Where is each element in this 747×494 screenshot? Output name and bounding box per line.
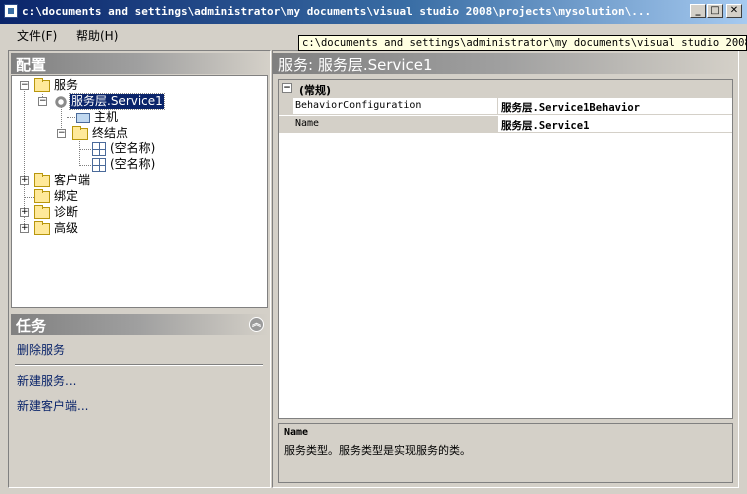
tree-node-endpoints[interactable]: 终结点	[72, 126, 128, 142]
tasks-header: 任务 ︽	[11, 314, 268, 335]
description-title: Name	[284, 427, 309, 438]
property-category[interactable]: − (常规)	[279, 80, 732, 98]
host-icon	[76, 113, 90, 123]
expand-diagnostics-icon[interactable]: +	[20, 208, 29, 217]
tree-node-diagnostics[interactable]: 诊断	[34, 205, 78, 221]
property-row[interactable]: BehaviorConfiguration 服务层.Service1Behavi…	[279, 98, 732, 115]
row-margin	[279, 98, 293, 115]
tree-node-bindings[interactable]: 绑定	[34, 189, 78, 205]
property-description: Name 服务类型。服务类型是实现服务的类。	[278, 423, 733, 483]
config-tree[interactable]: 服务 − 服务层.Service1 − 主机 终结点 − (空名称) (空名称)…	[11, 75, 268, 308]
tree-node-service1[interactable]: 服务层.Service1	[54, 93, 165, 110]
property-grid[interactable]: − (常规) BehaviorConfiguration 服务层.Service…	[278, 79, 733, 419]
tree-node-services[interactable]: 服务	[34, 78, 78, 94]
property-value[interactable]: 服务层.Service1Behavior	[501, 100, 640, 115]
tasks-title: 任务	[16, 317, 47, 335]
folder-icon	[34, 173, 50, 187]
tree-connector	[79, 165, 91, 166]
category-label: (常规)	[299, 84, 332, 97]
row-divider	[497, 116, 498, 133]
tree-node-endpoint-1[interactable]: (空名称)	[92, 141, 155, 157]
collapse-service1-icon[interactable]: −	[38, 97, 47, 106]
app-icon[interactable]	[4, 4, 18, 18]
property-name: Name	[295, 118, 495, 129]
collapse-category-icon[interactable]: −	[282, 83, 292, 93]
service-icon	[54, 95, 68, 109]
delete-service-link[interactable]: 删除服务	[17, 341, 65, 358]
new-service-link[interactable]: 新建服务...	[17, 372, 76, 389]
endpoint-icon	[92, 142, 106, 156]
row-margin	[279, 116, 293, 133]
maximize-button[interactable]: □	[707, 4, 723, 18]
expand-advanced-icon[interactable]: +	[20, 224, 29, 233]
description-text: 服务类型。服务类型是实现服务的类。	[284, 444, 471, 457]
tasks-panel: 删除服务 新建服务... 新建客户端...	[11, 335, 268, 485]
window-title: c:\documents and settings\administrator\…	[22, 5, 652, 18]
tree-connector	[79, 149, 91, 150]
tasks-divider	[15, 364, 263, 366]
properties-header: 服务: 服务层.Service1	[273, 53, 736, 74]
row-divider	[497, 98, 498, 115]
menu-file[interactable]: 文件(F)	[17, 27, 57, 44]
minimize-button[interactable]: _	[690, 4, 706, 18]
folder-icon	[34, 78, 50, 92]
collapse-services-icon[interactable]: −	[20, 81, 29, 90]
tree-node-endpoint-2[interactable]: (空名称)	[92, 157, 155, 173]
expand-client-icon[interactable]: +	[20, 176, 29, 185]
tree-connector	[24, 197, 34, 198]
tree-connector	[79, 139, 80, 164]
tree-node-client[interactable]: 客户端	[34, 173, 90, 189]
tree-node-host[interactable]: 主机	[76, 110, 118, 126]
title-bar[interactable]: c:\documents and settings\administrator\…	[0, 0, 747, 24]
menu-help[interactable]: 帮助(H)	[76, 27, 118, 44]
folder-icon	[34, 205, 50, 219]
folder-icon	[72, 126, 88, 140]
folder-icon	[34, 189, 50, 203]
config-header: 配置	[11, 53, 268, 74]
path-tooltip: c:\documents and settings\administrator\…	[298, 35, 747, 51]
collapse-tasks-icon[interactable]: ︽	[249, 317, 264, 332]
tree-node-advanced[interactable]: 高级	[34, 221, 78, 237]
property-name: BehaviorConfiguration	[295, 100, 422, 111]
endpoint-icon	[92, 158, 106, 172]
property-row-selected[interactable]: Name 服务层.Service1	[279, 116, 732, 133]
collapse-endpoints-icon[interactable]: −	[57, 129, 66, 138]
property-value[interactable]: 服务层.Service1	[501, 118, 589, 133]
new-client-link[interactable]: 新建客户端...	[17, 397, 88, 414]
close-button[interactable]: ✕	[726, 4, 742, 18]
folder-icon	[34, 221, 50, 235]
